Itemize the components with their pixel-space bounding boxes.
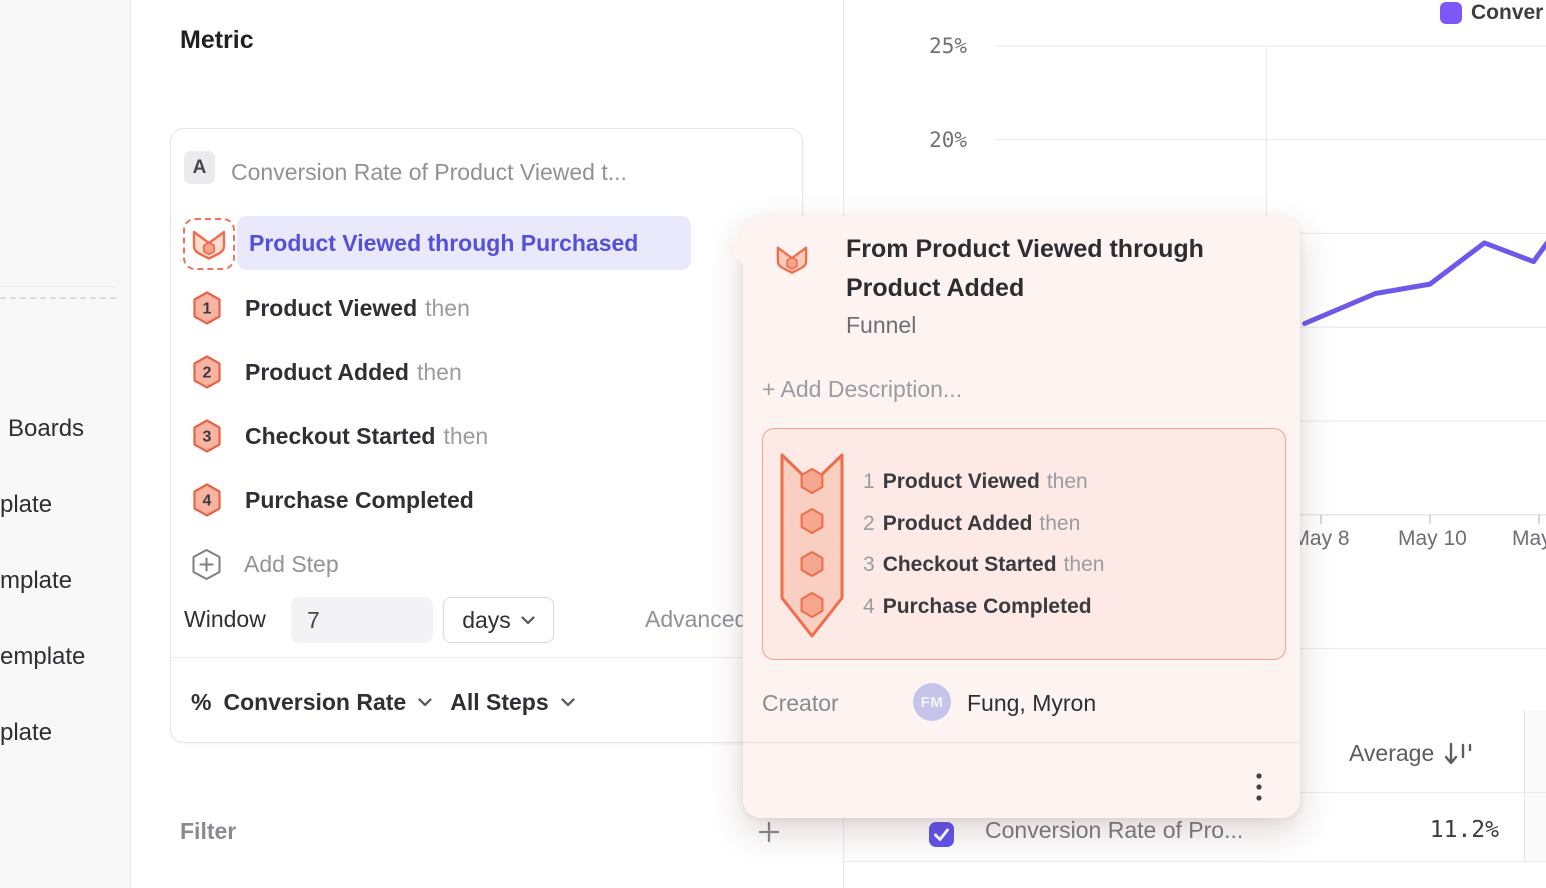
popover-step-3: 3Checkout Startedthen xyxy=(863,544,1104,586)
more-options-kebab-icon[interactable] xyxy=(1252,768,1266,813)
series-a-badge: A xyxy=(184,151,215,184)
popover-step-4: 4Purchase Completed xyxy=(863,586,1104,628)
add-description-link[interactable]: + Add Description... xyxy=(762,376,962,403)
svg-text:4: 4 xyxy=(203,493,212,510)
add-step-button[interactable]: Add Step xyxy=(244,549,339,580)
step-2-suffix: then xyxy=(417,359,462,385)
step-1-suffix: then xyxy=(425,295,470,321)
sidebar-dashed-divider xyxy=(0,297,116,299)
funnel-step-1[interactable]: 1 Product Viewed then xyxy=(192,291,782,325)
step-4-badge: 4 xyxy=(192,483,222,517)
step-1-badge: 1 xyxy=(192,291,222,325)
window-unit-value: days xyxy=(462,607,511,634)
window-label: Window xyxy=(184,606,266,633)
sidebar-item-template-2[interactable]: mplate xyxy=(0,567,72,595)
popover-steps-list: 1Product Viewedthen 2Product Addedthen 3… xyxy=(863,461,1104,627)
add-step-hexagon-icon[interactable] xyxy=(191,548,222,581)
column-separator xyxy=(1524,710,1525,861)
step-1-name: Product Viewed xyxy=(245,295,417,321)
creator-avatar: FM xyxy=(913,683,951,721)
funnel-step-4[interactable]: 4 Purchase Completed xyxy=(192,483,782,517)
filter-section-title: Filter xyxy=(180,818,236,845)
chart-legend[interactable]: Conver xyxy=(1440,1,1543,25)
measure-type-select[interactable]: Conversion Rate xyxy=(223,689,406,716)
chevron-down-icon[interactable] xyxy=(561,698,575,707)
popover-step-2: 2Product Addedthen xyxy=(863,503,1104,545)
checkmark-icon xyxy=(929,822,954,847)
series-checkbox[interactable] xyxy=(929,822,954,847)
funnel-icon xyxy=(191,226,227,262)
funnel-steps-card: 1Product Viewedthen 2Product Addedthen 3… xyxy=(762,428,1286,660)
average-header-label: Average xyxy=(1349,740,1434,767)
measure-row: % Conversion Rate All Steps xyxy=(191,685,575,719)
step-2-badge: 2 xyxy=(192,355,222,389)
chevron-down-icon xyxy=(521,616,535,625)
legend-label: Conver xyxy=(1471,1,1543,25)
window-value-input[interactable]: 7 xyxy=(291,597,433,643)
sidebar-item-template-1[interactable]: plate xyxy=(0,491,52,519)
average-column-header[interactable]: Average xyxy=(1349,740,1474,767)
metric-card: A Conversion Rate of Product Viewed t...… xyxy=(170,128,803,743)
funnel-icon xyxy=(775,242,809,276)
table-row-divider xyxy=(843,861,1546,862)
step-3-suffix: then xyxy=(443,423,488,449)
creator-name: Fung, Myron xyxy=(967,690,1096,717)
add-filter-button[interactable] xyxy=(756,819,782,845)
funnel-step-3[interactable]: 3 Checkout Started then xyxy=(192,419,782,453)
card-divider xyxy=(171,657,802,658)
step-4-name: Purchase Completed xyxy=(245,487,474,513)
sidebar-item-boards[interactable]: Boards xyxy=(8,415,84,443)
x-axis-tick-may8: May 8 xyxy=(1291,527,1351,551)
popover-footer-divider xyxy=(743,742,1300,743)
funnel-details-popover: From Product Viewed through Product Adde… xyxy=(743,216,1300,818)
left-sidebar xyxy=(0,0,131,888)
y-axis-tick-20: 20% xyxy=(907,128,967,152)
table-row-label[interactable]: Conversion Rate of Pro... xyxy=(985,817,1243,844)
metric-section-title: Metric xyxy=(180,26,254,55)
x-axis-tick-may10: May 10 xyxy=(1398,527,1462,551)
percent-icon: % xyxy=(191,689,211,716)
svg-text:3: 3 xyxy=(203,429,212,446)
selected-funnel-metric[interactable]: Product Viewed through Purchased xyxy=(237,216,691,270)
step-2-name: Product Added xyxy=(245,359,409,385)
sidebar-item-template-3[interactable]: emplate xyxy=(0,643,85,671)
x-axis-tick-may12: May 12 xyxy=(1512,527,1546,551)
window-unit-select[interactable]: days xyxy=(443,597,554,643)
advanced-link[interactable]: Advanced xyxy=(645,606,747,633)
step-3-name: Checkout Started xyxy=(245,423,435,449)
steps-scope-select[interactable]: All Steps xyxy=(450,689,548,716)
creator-label: Creator xyxy=(762,690,839,717)
y-axis-tick-25: 25% xyxy=(907,34,967,58)
chevron-down-icon[interactable] xyxy=(418,698,432,707)
sidebar-divider xyxy=(0,286,116,287)
svg-text:1: 1 xyxy=(203,301,212,318)
svg-text:2: 2 xyxy=(203,365,212,382)
funnel-step-2[interactable]: 2 Product Added then xyxy=(192,355,782,389)
sidebar-item-template-4[interactable]: plate xyxy=(0,719,52,747)
sort-descending-icon[interactable] xyxy=(1442,741,1474,767)
next-column-strip xyxy=(1525,710,1546,861)
table-row-average: 11.2% xyxy=(1379,817,1499,843)
popover-step-1: 1Product Viewedthen xyxy=(863,461,1104,503)
app-screen: Boards plate mplate emplate plate 25% 20… xyxy=(0,0,1546,888)
step-3-badge: 3 xyxy=(192,419,222,453)
popover-subtitle: Funnel xyxy=(846,312,916,339)
legend-swatch xyxy=(1440,2,1462,24)
series-a-title[interactable]: Conversion Rate of Product Viewed t... xyxy=(231,159,627,186)
funnel-banner-icon xyxy=(779,450,845,640)
popover-title: From Product Viewed through Product Adde… xyxy=(846,230,1204,308)
funnel-icon-dropzone[interactable] xyxy=(183,218,235,270)
